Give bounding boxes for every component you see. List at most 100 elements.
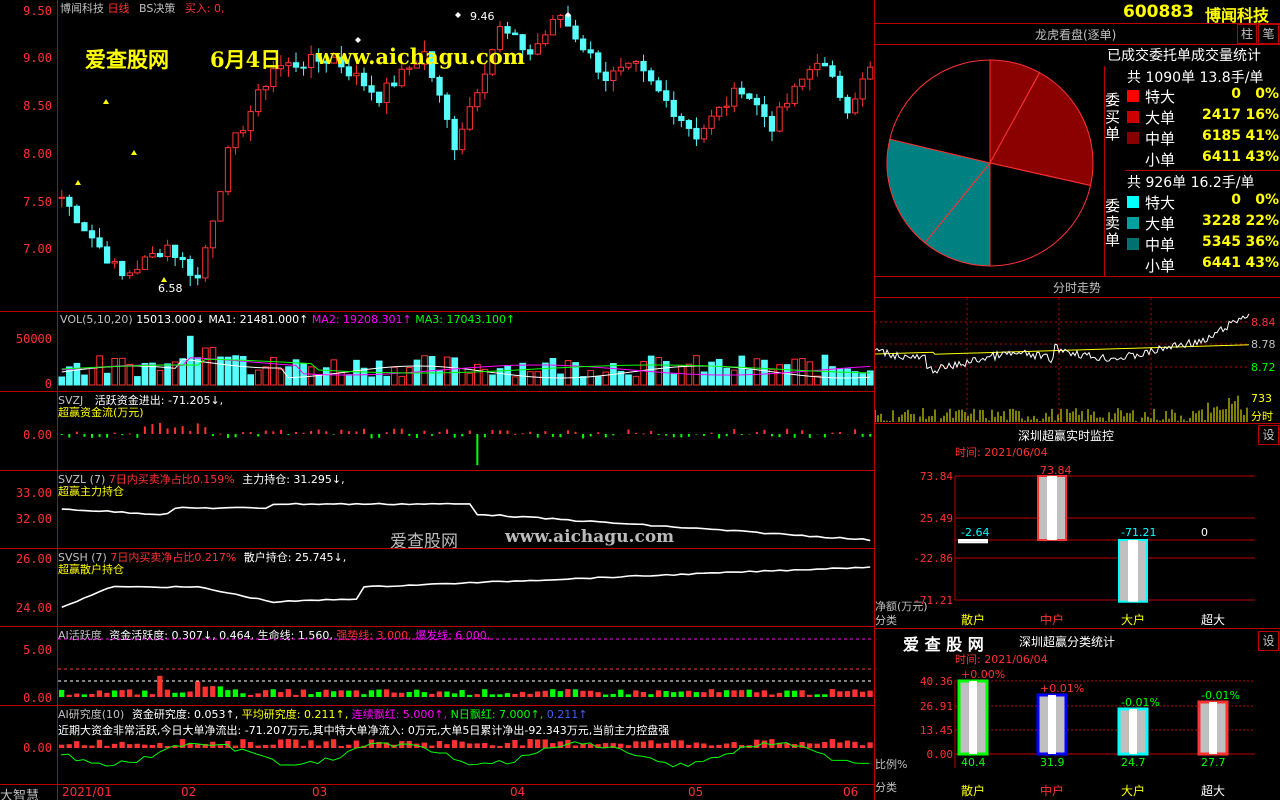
main-force-holding-chart[interactable] bbox=[58, 471, 874, 547]
activity-bar bbox=[127, 689, 133, 697]
app-brand: 大智慧 bbox=[0, 789, 40, 800]
activity-bar bbox=[247, 694, 254, 697]
research-bar bbox=[429, 745, 435, 748]
candle-body bbox=[534, 43, 541, 55]
chart-area[interactable]: 博闻科技 日线 BS决策 买入: 0, 9.50 9.00 8.50 8.00 … bbox=[0, 0, 874, 800]
date-tick: 03 bbox=[312, 785, 328, 799]
flow-bar bbox=[854, 429, 857, 434]
activity-bar bbox=[572, 689, 579, 697]
flow-bar bbox=[408, 434, 411, 436]
research-bar bbox=[459, 741, 465, 748]
flow-bar bbox=[136, 434, 139, 438]
flow-bar bbox=[597, 432, 600, 434]
research-bar bbox=[572, 745, 579, 748]
flow-bar bbox=[657, 434, 660, 435]
activity-bar bbox=[822, 694, 828, 697]
flow-bar bbox=[740, 434, 743, 435]
flow-bar bbox=[242, 432, 245, 434]
flow-bar bbox=[536, 434, 539, 438]
flow-bar bbox=[113, 432, 116, 434]
y-tick: 5.00 bbox=[23, 643, 52, 657]
activity-bar bbox=[232, 689, 239, 697]
research-bar bbox=[640, 741, 647, 748]
buy-arrow-icon bbox=[75, 180, 81, 185]
research-bar bbox=[96, 739, 103, 748]
intraday-chart[interactable] bbox=[875, 298, 1250, 422]
y-tick: 0.00 bbox=[23, 428, 52, 442]
retail-holding-chart[interactable] bbox=[58, 549, 874, 625]
research-bar bbox=[353, 740, 359, 748]
candle-body bbox=[836, 75, 844, 98]
activity-bar bbox=[210, 686, 216, 697]
bar-mode-button[interactable]: 柱 bbox=[1237, 24, 1257, 44]
candle-body bbox=[58, 196, 65, 199]
candle-body bbox=[572, 25, 579, 40]
activity-bar bbox=[542, 690, 548, 697]
monitor-bar-highlight bbox=[1128, 540, 1138, 602]
research-bar bbox=[482, 743, 488, 748]
pen-mode-button[interactable]: 笔 bbox=[1258, 24, 1279, 44]
order-pct: 16% bbox=[1245, 107, 1279, 123]
volume-bar bbox=[353, 359, 360, 386]
volume-bar bbox=[504, 365, 511, 386]
candle-body bbox=[738, 87, 745, 95]
research-bar bbox=[807, 743, 813, 748]
flow-bar bbox=[340, 429, 343, 434]
volume-chart[interactable] bbox=[58, 312, 874, 390]
ai-research-chart[interactable] bbox=[58, 706, 874, 784]
activity-bar bbox=[164, 689, 171, 697]
research-bar bbox=[232, 745, 239, 748]
flow-bar bbox=[468, 430, 471, 434]
research-bar bbox=[263, 744, 269, 748]
order-pie-chart bbox=[886, 59, 1094, 267]
activity-bar bbox=[187, 691, 193, 697]
classify-settings-button[interactable]: 设 bbox=[1258, 631, 1279, 651]
volume-bar bbox=[368, 376, 375, 386]
ai-activity-chart[interactable] bbox=[58, 627, 874, 704]
research-bar bbox=[436, 741, 443, 748]
volume-bar bbox=[421, 355, 428, 386]
research-bar bbox=[323, 741, 329, 748]
candle-body bbox=[179, 256, 186, 261]
research-bar bbox=[444, 744, 450, 748]
candle-body bbox=[239, 130, 247, 134]
flow-bar bbox=[642, 433, 645, 435]
y-tick: 33.00 bbox=[15, 486, 52, 500]
flow-bar bbox=[755, 431, 758, 434]
candle-body bbox=[88, 230, 96, 239]
y-tick: 0.00 bbox=[23, 741, 52, 755]
activity-bar bbox=[844, 691, 851, 697]
activity-bar bbox=[595, 692, 601, 697]
date-tick: 05 bbox=[688, 785, 704, 799]
holding-line bbox=[61, 502, 871, 542]
classify-bar-highlight bbox=[1048, 695, 1056, 754]
candle-body bbox=[504, 26, 511, 34]
fund-flow-chart[interactable] bbox=[58, 392, 874, 470]
volume-bar bbox=[217, 356, 224, 386]
order-pct: 0% bbox=[1255, 192, 1279, 208]
candle-body bbox=[194, 274, 201, 279]
activity-bar bbox=[633, 690, 639, 697]
candle-body bbox=[391, 82, 398, 87]
candle-body bbox=[300, 66, 307, 69]
activity-bar bbox=[829, 689, 835, 697]
monitor-settings-button[interactable]: 设 bbox=[1258, 425, 1279, 445]
flow-bar bbox=[476, 434, 479, 466]
flow-bar bbox=[264, 430, 267, 434]
activity-bar bbox=[580, 690, 586, 697]
flow-bar bbox=[801, 430, 804, 434]
volume-bar bbox=[534, 371, 542, 386]
candle-body bbox=[617, 66, 625, 72]
research-bar bbox=[625, 745, 631, 748]
candle-body bbox=[134, 268, 141, 274]
activity-bar bbox=[383, 689, 390, 697]
volume-bar bbox=[360, 367, 368, 386]
activity-bar bbox=[270, 689, 276, 697]
activity-bar bbox=[716, 692, 722, 697]
y-tick: 24.00 bbox=[15, 601, 52, 615]
y-tick: 7.00 bbox=[23, 242, 52, 256]
candle-body bbox=[66, 196, 73, 207]
volume-bar bbox=[88, 366, 96, 386]
candle-body bbox=[602, 71, 609, 82]
volume-bar bbox=[345, 374, 353, 386]
